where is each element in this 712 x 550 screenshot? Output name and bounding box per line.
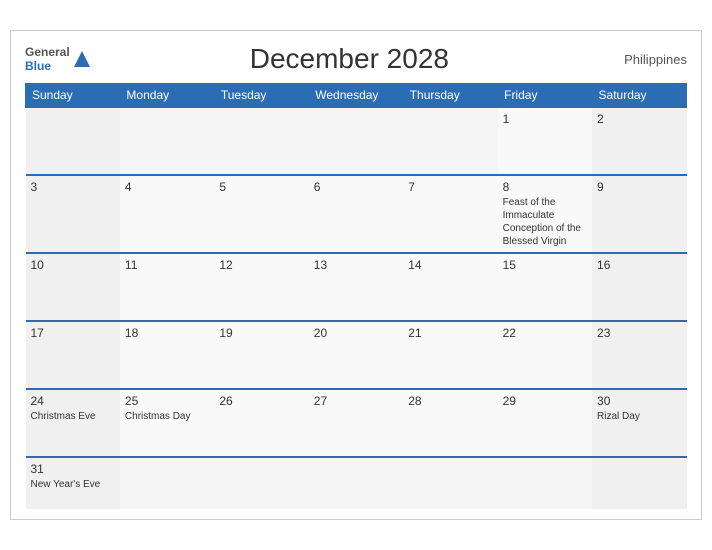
day-number: 6 (314, 180, 398, 194)
table-row (214, 457, 308, 509)
day-number: 13 (314, 258, 398, 272)
day-number: 14 (408, 258, 492, 272)
day-event: New Year's Eve (31, 479, 101, 490)
table-row: 25 Christmas Day (120, 389, 214, 457)
logo-blue-text: Blue (25, 59, 51, 73)
table-row: 13 (309, 253, 403, 321)
day-number: 25 (125, 394, 209, 408)
header-saturday: Saturday (592, 84, 686, 108)
day-number: 18 (125, 326, 209, 340)
day-number: 10 (31, 258, 115, 272)
day-number: 4 (125, 180, 209, 194)
table-row (403, 457, 497, 509)
day-number: 12 (219, 258, 303, 272)
table-row: 27 (309, 389, 403, 457)
header-wednesday: Wednesday (309, 84, 403, 108)
table-row: 5 (214, 175, 308, 253)
table-row: 30 Rizal Day (592, 389, 686, 457)
day-number: 3 (31, 180, 115, 194)
day-number: 8 (503, 180, 587, 194)
table-row: 17 (26, 321, 120, 389)
table-row (498, 457, 592, 509)
header-thursday: Thursday (403, 84, 497, 108)
day-number: 15 (503, 258, 587, 272)
calendar-table: Sunday Monday Tuesday Wednesday Thursday… (25, 83, 687, 509)
table-row: 29 (498, 389, 592, 457)
calendar-container: General Blue December 2028 Philippines S… (10, 30, 702, 520)
table-row (592, 457, 686, 509)
table-row: 3 (26, 175, 120, 253)
table-row: 24 Christmas Eve (26, 389, 120, 457)
day-number: 9 (597, 180, 681, 194)
table-row: 15 (498, 253, 592, 321)
day-number: 28 (408, 394, 492, 408)
day-number: 27 (314, 394, 398, 408)
table-row: 10 (26, 253, 120, 321)
day-number: 19 (219, 326, 303, 340)
table-row: 28 (403, 389, 497, 457)
table-row: 31 New Year's Eve (26, 457, 120, 509)
calendar-title: December 2028 (92, 43, 607, 75)
day-event: Feast of the Immaculate Conception of th… (503, 197, 581, 247)
table-row (309, 107, 403, 175)
day-number: 7 (408, 180, 492, 194)
table-row (309, 457, 403, 509)
table-row (214, 107, 308, 175)
table-row: 1 (498, 107, 592, 175)
day-number: 22 (503, 326, 587, 340)
day-number: 29 (503, 394, 587, 408)
day-number: 24 (31, 394, 115, 408)
day-number: 5 (219, 180, 303, 194)
table-row (120, 457, 214, 509)
day-number: 16 (597, 258, 681, 272)
table-row: 19 (214, 321, 308, 389)
table-row: 12 (214, 253, 308, 321)
table-row: 2 (592, 107, 686, 175)
table-row: 22 (498, 321, 592, 389)
table-row: 21 (403, 321, 497, 389)
table-row: 23 (592, 321, 686, 389)
header-tuesday: Tuesday (214, 84, 308, 108)
day-number: 17 (31, 326, 115, 340)
table-row: 26 (214, 389, 308, 457)
days-header-row: Sunday Monday Tuesday Wednesday Thursday… (26, 84, 687, 108)
table-row: 18 (120, 321, 214, 389)
day-number: 26 (219, 394, 303, 408)
table-row: 14 (403, 253, 497, 321)
logo-icon (72, 49, 92, 69)
day-event: Rizal Day (597, 411, 640, 422)
header-monday: Monday (120, 84, 214, 108)
day-number: 31 (31, 462, 115, 476)
calendar-header: General Blue December 2028 Philippines (25, 43, 687, 75)
day-event: Christmas Day (125, 411, 191, 422)
country-label: Philippines (607, 52, 687, 67)
table-row (403, 107, 497, 175)
header-sunday: Sunday (26, 84, 120, 108)
logo-general-text: General (25, 45, 70, 59)
logo: General Blue (25, 45, 92, 74)
day-number: 21 (408, 326, 492, 340)
day-number: 1 (503, 112, 587, 126)
table-row: 11 (120, 253, 214, 321)
table-row: 16 (592, 253, 686, 321)
day-number: 11 (125, 258, 209, 272)
table-row: 9 (592, 175, 686, 253)
day-event: Christmas Eve (31, 411, 96, 422)
table-row: 8 Feast of the Immaculate Conception of t… (498, 175, 592, 253)
table-row: 4 (120, 175, 214, 253)
table-row: 20 (309, 321, 403, 389)
day-number: 2 (597, 112, 681, 126)
day-number: 23 (597, 326, 681, 340)
table-row: 6 (309, 175, 403, 253)
table-row (120, 107, 214, 175)
day-number: 20 (314, 326, 398, 340)
header-friday: Friday (498, 84, 592, 108)
day-number: 30 (597, 394, 681, 408)
table-row (26, 107, 120, 175)
table-row: 7 (403, 175, 497, 253)
